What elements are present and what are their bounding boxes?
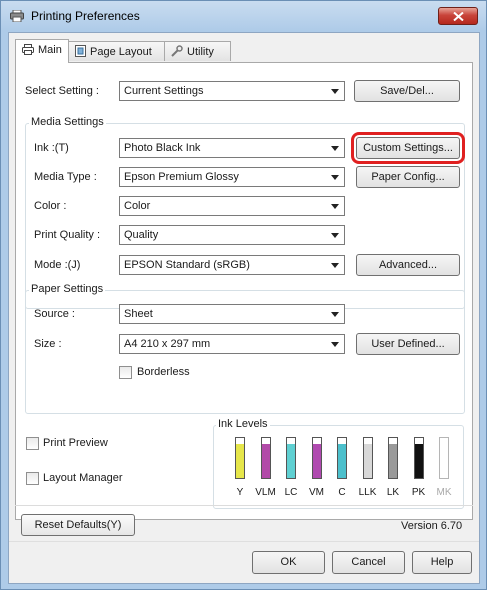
tab-label: Main (38, 44, 62, 56)
ink-label-mk: MK (436, 487, 452, 498)
window-title: Printing Preferences (31, 9, 140, 23)
ink-fill-y (236, 444, 244, 478)
media-type-label: Media Type : (34, 171, 97, 183)
version-text: Version 6.70 (401, 520, 463, 532)
custom-settings-button[interactable]: Custom Settings... (351, 132, 465, 164)
ink-bar-pk (413, 437, 424, 479)
color-value: Color (124, 200, 151, 212)
print-quality-label: Print Quality : (34, 229, 101, 241)
chevron-down-icon (331, 204, 339, 209)
tab-page-layout[interactable]: Page Layout (68, 41, 165, 61)
ink-bar-lc (286, 437, 296, 479)
mode-dropdown[interactable]: EPSON Standard (sRGB) (119, 255, 345, 275)
ink-bar-vm (311, 437, 322, 479)
ink-fill-llk (363, 444, 372, 478)
help-button[interactable]: Help (412, 551, 472, 574)
ink-levels-chart: Y VLM LC VM C LLK LK PK MK (226, 437, 456, 503)
tab-utility[interactable]: Utility (164, 41, 231, 61)
ink-bar-c (337, 437, 347, 479)
ink-label-vlm: VLM (255, 487, 276, 498)
paper-config-button[interactable]: Paper Config... (356, 166, 460, 188)
size-value: A4 210 x 297 mm (124, 338, 211, 350)
ink-label-y: Y (236, 487, 244, 498)
cancel-button[interactable]: Cancel (332, 551, 405, 574)
chevron-down-icon (331, 233, 339, 238)
printer-icon (22, 44, 34, 58)
chevron-down-icon (331, 175, 339, 180)
wrench-icon (171, 45, 183, 60)
printer-icon (10, 9, 24, 23)
select-setting-value: Current Settings (124, 85, 204, 97)
chevron-down-icon (331, 342, 339, 347)
ink-fill-lk (389, 444, 397, 478)
ink-dropdown[interactable]: Photo Black Ink (119, 138, 345, 158)
ink-bar-vlm (260, 437, 271, 479)
source-dropdown[interactable]: Sheet (119, 304, 345, 324)
ink-label-pk: PK (411, 487, 426, 498)
chevron-down-icon (331, 89, 339, 94)
ink-label-lc: LC (284, 487, 298, 498)
tab-label: Utility (187, 46, 214, 58)
select-setting-label: Select Setting : (25, 85, 99, 97)
tab-label: Page Layout (90, 46, 152, 58)
advanced-button[interactable]: Advanced... (356, 254, 460, 276)
dialog-client: Main Page Layout Utility Select Setting … (8, 32, 480, 584)
title-bar[interactable]: Printing Preferences (1, 1, 486, 31)
media-settings-title: Media Settings (29, 116, 106, 128)
print-quality-dropdown[interactable]: Quality (119, 225, 345, 245)
ink-fill-lc (287, 444, 295, 478)
ink-fill-mk (440, 444, 448, 478)
chevron-down-icon (331, 146, 339, 151)
close-button[interactable] (438, 7, 478, 25)
mode-label: Mode :(J) (34, 259, 81, 271)
ink-fill-pk (414, 444, 423, 478)
mode-value: EPSON Standard (sRGB) (124, 259, 250, 271)
separator (15, 505, 473, 506)
page-layout-icon (75, 45, 86, 60)
reset-defaults-button[interactable]: Reset Defaults(Y) (21, 514, 135, 536)
borderless-checkbox[interactable] (119, 366, 132, 379)
ok-button[interactable]: OK (252, 551, 325, 574)
media-type-dropdown[interactable]: Epson Premium Glossy (119, 167, 345, 187)
ink-fill-vm (312, 444, 321, 478)
user-defined-button[interactable]: User Defined... (356, 333, 460, 355)
color-label: Color : (34, 200, 67, 212)
ink-value: Photo Black Ink (124, 142, 201, 154)
paper-settings-title: Paper Settings (29, 283, 106, 295)
save-del-button[interactable]: Save/Del... (354, 80, 460, 102)
close-icon (453, 12, 464, 21)
ink-bar-lk (388, 437, 398, 479)
footer-bar (9, 541, 479, 583)
size-label: Size : (34, 338, 62, 350)
ink-label-vm: VM (309, 487, 324, 498)
ink-fill-vlm (261, 444, 270, 478)
layout-manager-checkbox[interactable] (26, 472, 39, 485)
media-type-value: Epson Premium Glossy (124, 171, 239, 183)
ink-bar-llk (362, 437, 373, 479)
chevron-down-icon (331, 263, 339, 268)
main-tab-panel: Select Setting : Current Settings Save/D… (15, 62, 473, 520)
ink-label-c: C (338, 487, 346, 498)
source-label: Source : (34, 308, 75, 320)
print-preview-label: Print Preview (43, 437, 108, 449)
borderless-label: Borderless (137, 366, 190, 378)
size-dropdown[interactable]: A4 210 x 297 mm (119, 334, 345, 354)
ink-label: Ink :(T) (34, 142, 69, 154)
ink-bar-mk (439, 437, 449, 479)
ink-label-lk: LK (386, 487, 400, 498)
chevron-down-icon (331, 312, 339, 317)
layout-manager-label: Layout Manager (43, 472, 123, 484)
source-value: Sheet (124, 308, 153, 320)
color-dropdown[interactable]: Color (119, 196, 345, 216)
ink-fill-c (338, 444, 346, 478)
printing-preferences-window: Printing Preferences Main Page Layout Ut… (0, 0, 487, 590)
print-quality-value: Quality (124, 229, 159, 241)
ink-levels-title: Ink Levels (216, 418, 270, 430)
select-setting-dropdown[interactable]: Current Settings (119, 81, 345, 101)
print-preview-checkbox[interactable] (26, 437, 39, 450)
ink-bar-y (235, 437, 245, 479)
ink-label-llk: LLK (358, 487, 377, 498)
tab-main[interactable]: Main (15, 39, 69, 63)
